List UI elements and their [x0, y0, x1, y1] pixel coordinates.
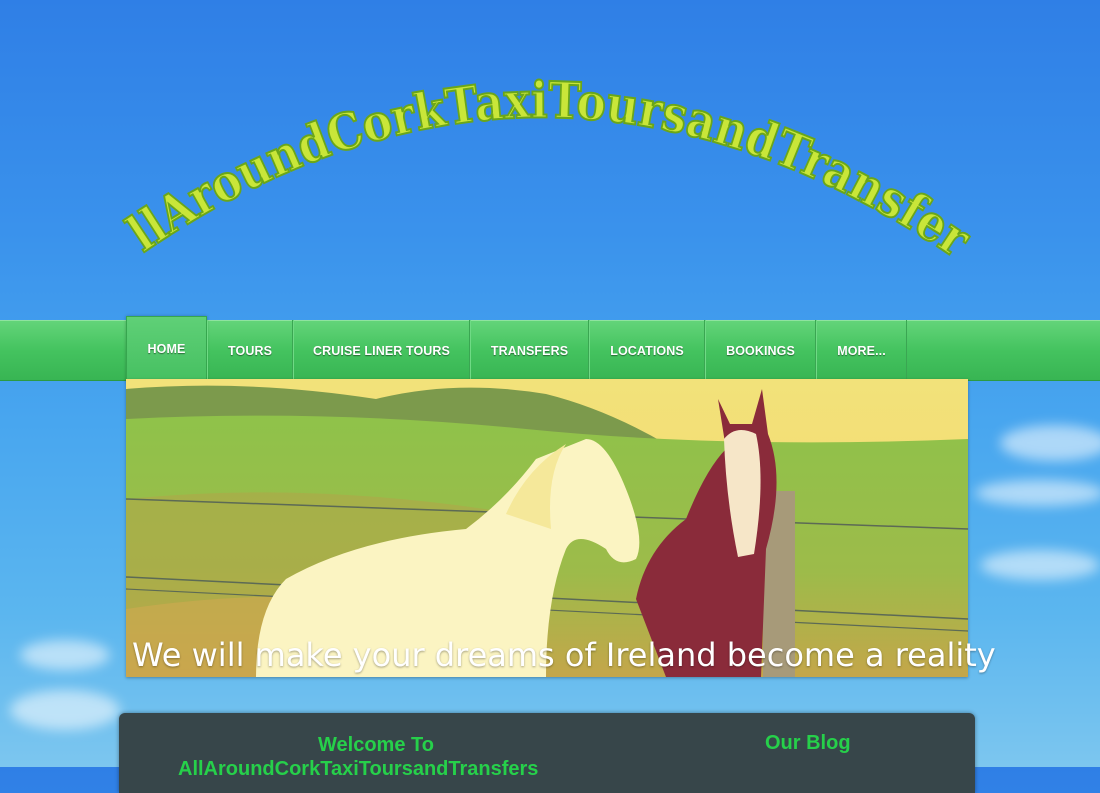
hero-caption: We will make your dreams of Ireland beco…: [132, 636, 996, 674]
nav-item-home[interactable]: HOME: [126, 316, 207, 382]
nav-item-label: CRUISE LINER TOURS: [313, 344, 450, 358]
nav-item-bookings[interactable]: BOOKINGS: [705, 320, 816, 382]
nav-item-cruise-liner-tours[interactable]: CRUISE LINER TOURS: [293, 320, 470, 382]
nav-item-tours[interactable]: TOURS: [207, 320, 293, 382]
nav-item-locations[interactable]: LOCATIONS: [589, 320, 705, 382]
welcome-heading: Welcome To: [318, 734, 434, 756]
nav-item-label: TOURS: [227, 344, 273, 358]
nav-item-label: TRANSFERS: [490, 344, 569, 358]
nav-item-more[interactable]: MORE...: [816, 320, 907, 382]
cloud: [975, 480, 1100, 506]
site-logo[interactable]: AllAroundCorkTaxiToursandTransfers: [0, 0, 1100, 310]
cloud: [10, 690, 120, 730]
cloud: [20, 640, 110, 670]
nav-item-label: LOCATIONS: [610, 344, 684, 358]
site-logo-text: AllAroundCorkTaxiToursandTransfers: [0, 0, 981, 269]
nav-item-transfers[interactable]: TRANSFERS: [470, 320, 589, 382]
cloud: [980, 550, 1100, 580]
cloud: [1000, 425, 1100, 461]
nav-item-label: MORE...: [837, 344, 886, 358]
blog-heading[interactable]: Our Blog: [765, 732, 851, 755]
nav-item-label: BOOKINGS: [726, 344, 795, 358]
hero-image: [126, 379, 968, 677]
nav-item-label: HOME: [147, 342, 186, 356]
hero-banner: [126, 379, 968, 677]
welcome-subheading: AllAroundCorkTaxiToursandTransfers: [178, 758, 539, 780]
main-nav: HOME TOURS CRUISE LINER TOURS TRANSFERS …: [126, 316, 907, 382]
